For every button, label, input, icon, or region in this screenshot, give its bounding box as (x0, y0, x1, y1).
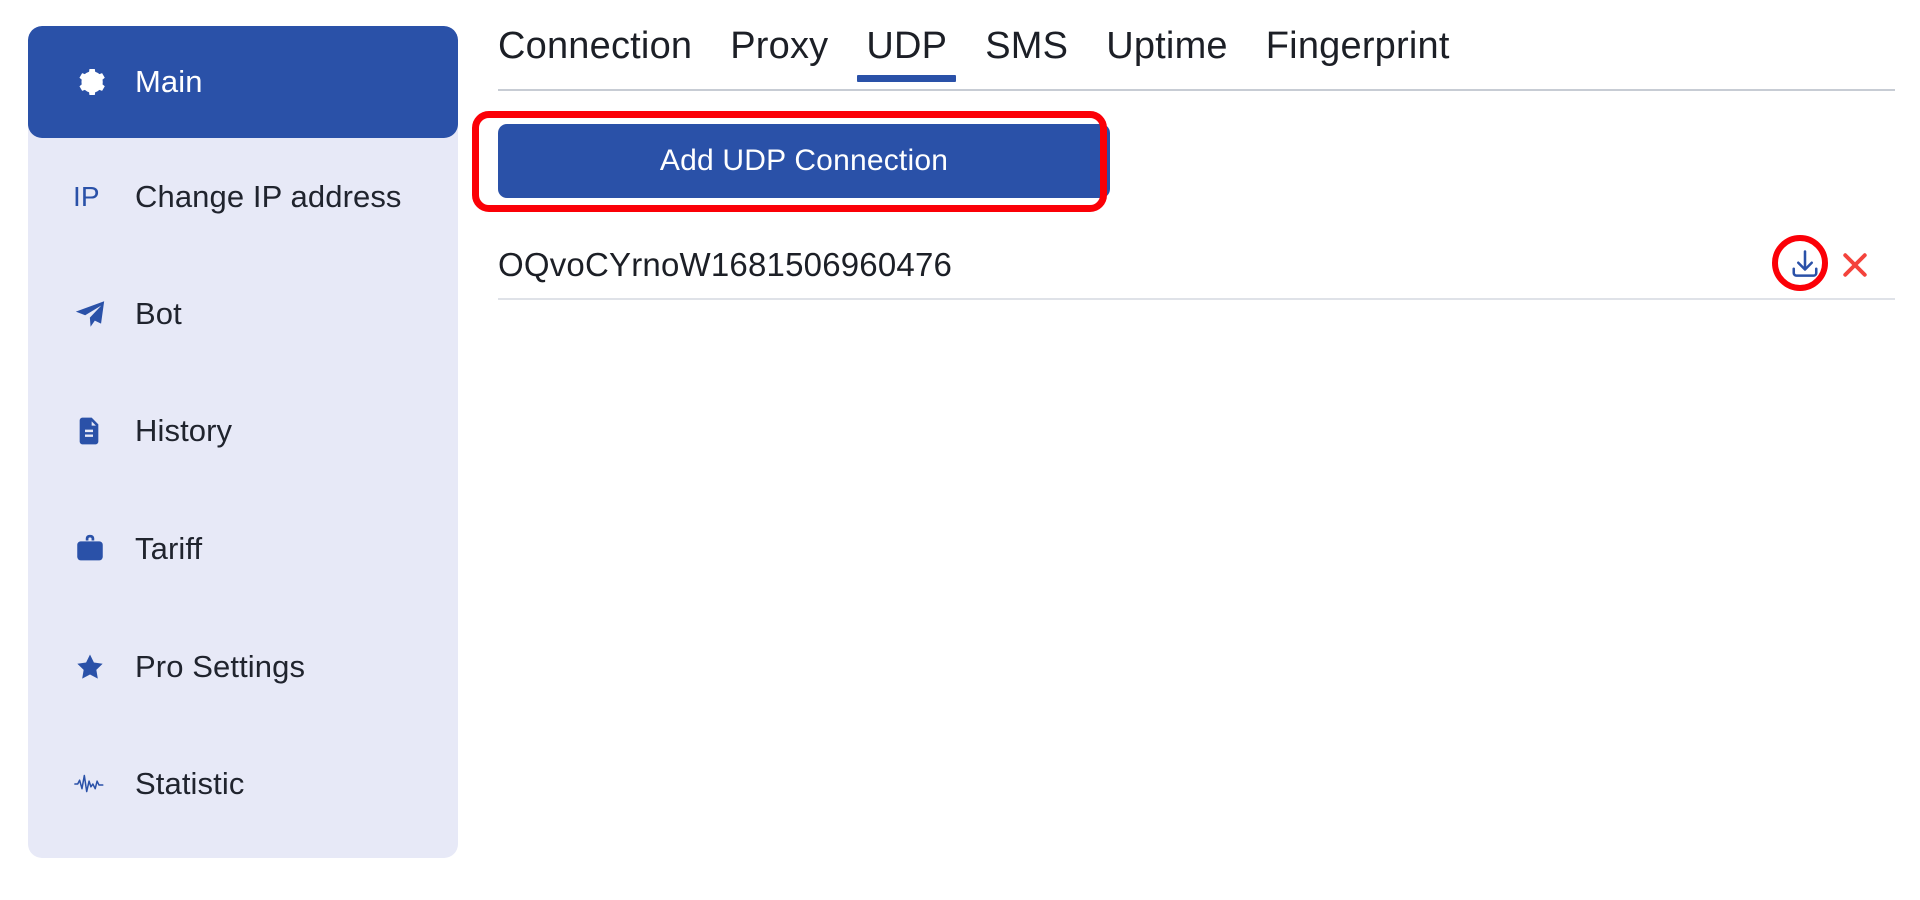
sidebar-item-change-ip-address[interactable]: IP Change IP address (28, 138, 458, 256)
sidebar-item-label: Pro Settings (135, 648, 306, 684)
tab-fingerprint[interactable]: Fingerprint (1247, 25, 1469, 82)
sidebar-item-statistic[interactable]: Statistic (28, 725, 458, 842)
sidebar-item-label: Bot (135, 296, 182, 331)
sidebar-item-label: Main (135, 64, 203, 99)
add-udp-connection-button[interactable]: Add UDP Connection (498, 124, 1110, 198)
send-icon (73, 297, 119, 331)
ip-text-icon: IP (73, 183, 119, 211)
sidebar-item-label: Tariff (135, 531, 203, 566)
tab-connection[interactable]: Connection (498, 25, 711, 82)
close-x-icon[interactable] (1837, 247, 1873, 283)
star-icon (73, 650, 119, 684)
sidebar-item-pro-settings[interactable]: Pro Settings (28, 608, 458, 725)
tab-uptime[interactable]: Uptime (1087, 25, 1247, 82)
sidebar-item-bot[interactable]: Bot (28, 256, 458, 372)
add-udp-connection-wrapper: Add UDP Connection (498, 124, 1110, 198)
gear-icon (73, 65, 119, 99)
sidebar-nav-list: Main IP Change IP address Bot History Ta… (28, 26, 458, 842)
udp-connection-row: OQvoCYrnoW1681506960476 (498, 232, 1895, 300)
tab-bar-divider (498, 89, 1895, 91)
tab-bar: Connection Proxy UDP SMS Uptime Fingerpr… (498, 25, 1469, 82)
briefcase-icon (73, 532, 119, 566)
sidebar-item-label: Statistic (135, 765, 245, 801)
tab-udp[interactable]: UDP (847, 25, 966, 82)
ip-icon-label: IP (73, 181, 100, 212)
download-icon[interactable] (1787, 247, 1823, 283)
udp-connection-actions (1787, 247, 1895, 283)
sidebar-item-label: Change IP address (135, 179, 402, 214)
app-root: Main IP Change IP address Bot History Ta… (0, 0, 1920, 900)
main-content: Connection Proxy UDP SMS Uptime Fingerpr… (470, 0, 1920, 900)
sidebar-item-history[interactable]: History (28, 372, 458, 490)
sidebar: Main IP Change IP address Bot History Ta… (28, 26, 458, 858)
sidebar-item-label: History (135, 413, 233, 448)
sidebar-item-main[interactable]: Main (28, 26, 458, 138)
sidebar-item-tariff[interactable]: Tariff (28, 490, 458, 608)
udp-connection-name: OQvoCYrnoW1681506960476 (498, 246, 953, 283)
activity-icon (73, 770, 119, 798)
tab-sms[interactable]: SMS (966, 25, 1087, 82)
tab-proxy[interactable]: Proxy (711, 25, 847, 82)
document-icon (73, 415, 119, 447)
